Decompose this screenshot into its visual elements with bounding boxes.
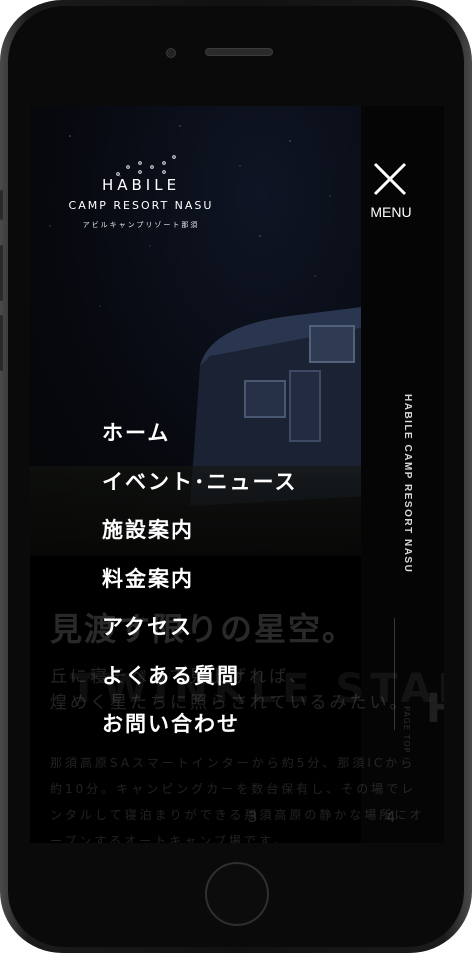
nav-item-contact[interactable]: お問い合わせ — [102, 707, 297, 756]
home-button[interactable] — [205, 862, 269, 926]
vertical-brand-text: HABILE CAMP RESORT NASU — [402, 394, 413, 574]
nav-item-pricing[interactable]: 料金案内 — [102, 562, 297, 611]
nav-item-access[interactable]: アクセス — [102, 610, 297, 659]
nav-item-home[interactable]: ホーム — [102, 416, 297, 465]
logo-stars-icon — [116, 155, 176, 176]
menu-close-button[interactable]: MENU — [365, 162, 417, 224]
earpiece-speaker — [205, 48, 273, 56]
phone-frame: TWINKLE STARS 見渡す限りの星空。 丘に寝そべって見上げれば、 煌め… — [0, 0, 472, 953]
site-logo[interactable]: HABILE CAMP RESORT NASU アビルキャンプリゾート那須 — [56, 154, 226, 234]
page-number-left: 3 — [248, 808, 258, 826]
logo-wordmark: HABILE — [101, 176, 181, 194]
nav-item-faq[interactable]: よくある質問 — [102, 659, 297, 708]
logo-kana: アビルキャンプリゾート那須 — [82, 221, 200, 229]
mute-switch — [0, 190, 3, 220]
page-number-right: 4 — [386, 808, 396, 826]
menu-label: MENU — [370, 204, 412, 220]
screen: TWINKLE STARS 見渡す限りの星空。 丘に寝そべって見上げれば、 煌め… — [30, 106, 444, 843]
page-top-label: PAGE TOP — [402, 706, 411, 754]
global-nav: ホーム イベント･ニュース 施設案内 料金案内 アクセス よくある質問 お問い合… — [102, 416, 297, 756]
volume-up-button — [0, 245, 3, 301]
close-icon — [373, 162, 407, 196]
front-camera — [166, 48, 176, 58]
nav-item-events-news[interactable]: イベント･ニュース — [102, 465, 297, 514]
nav-item-facilities[interactable]: 施設案内 — [102, 513, 297, 562]
page-top-divider — [394, 618, 395, 730]
logo-subtitle: CAMP RESORT NASU — [68, 199, 214, 212]
background-body-text: 那須高原SAスマートインターから約5分、那須ICから約10分。キャンピングカーを… — [50, 756, 425, 843]
volume-down-button — [0, 315, 3, 371]
background-letter: H — [426, 686, 444, 732]
